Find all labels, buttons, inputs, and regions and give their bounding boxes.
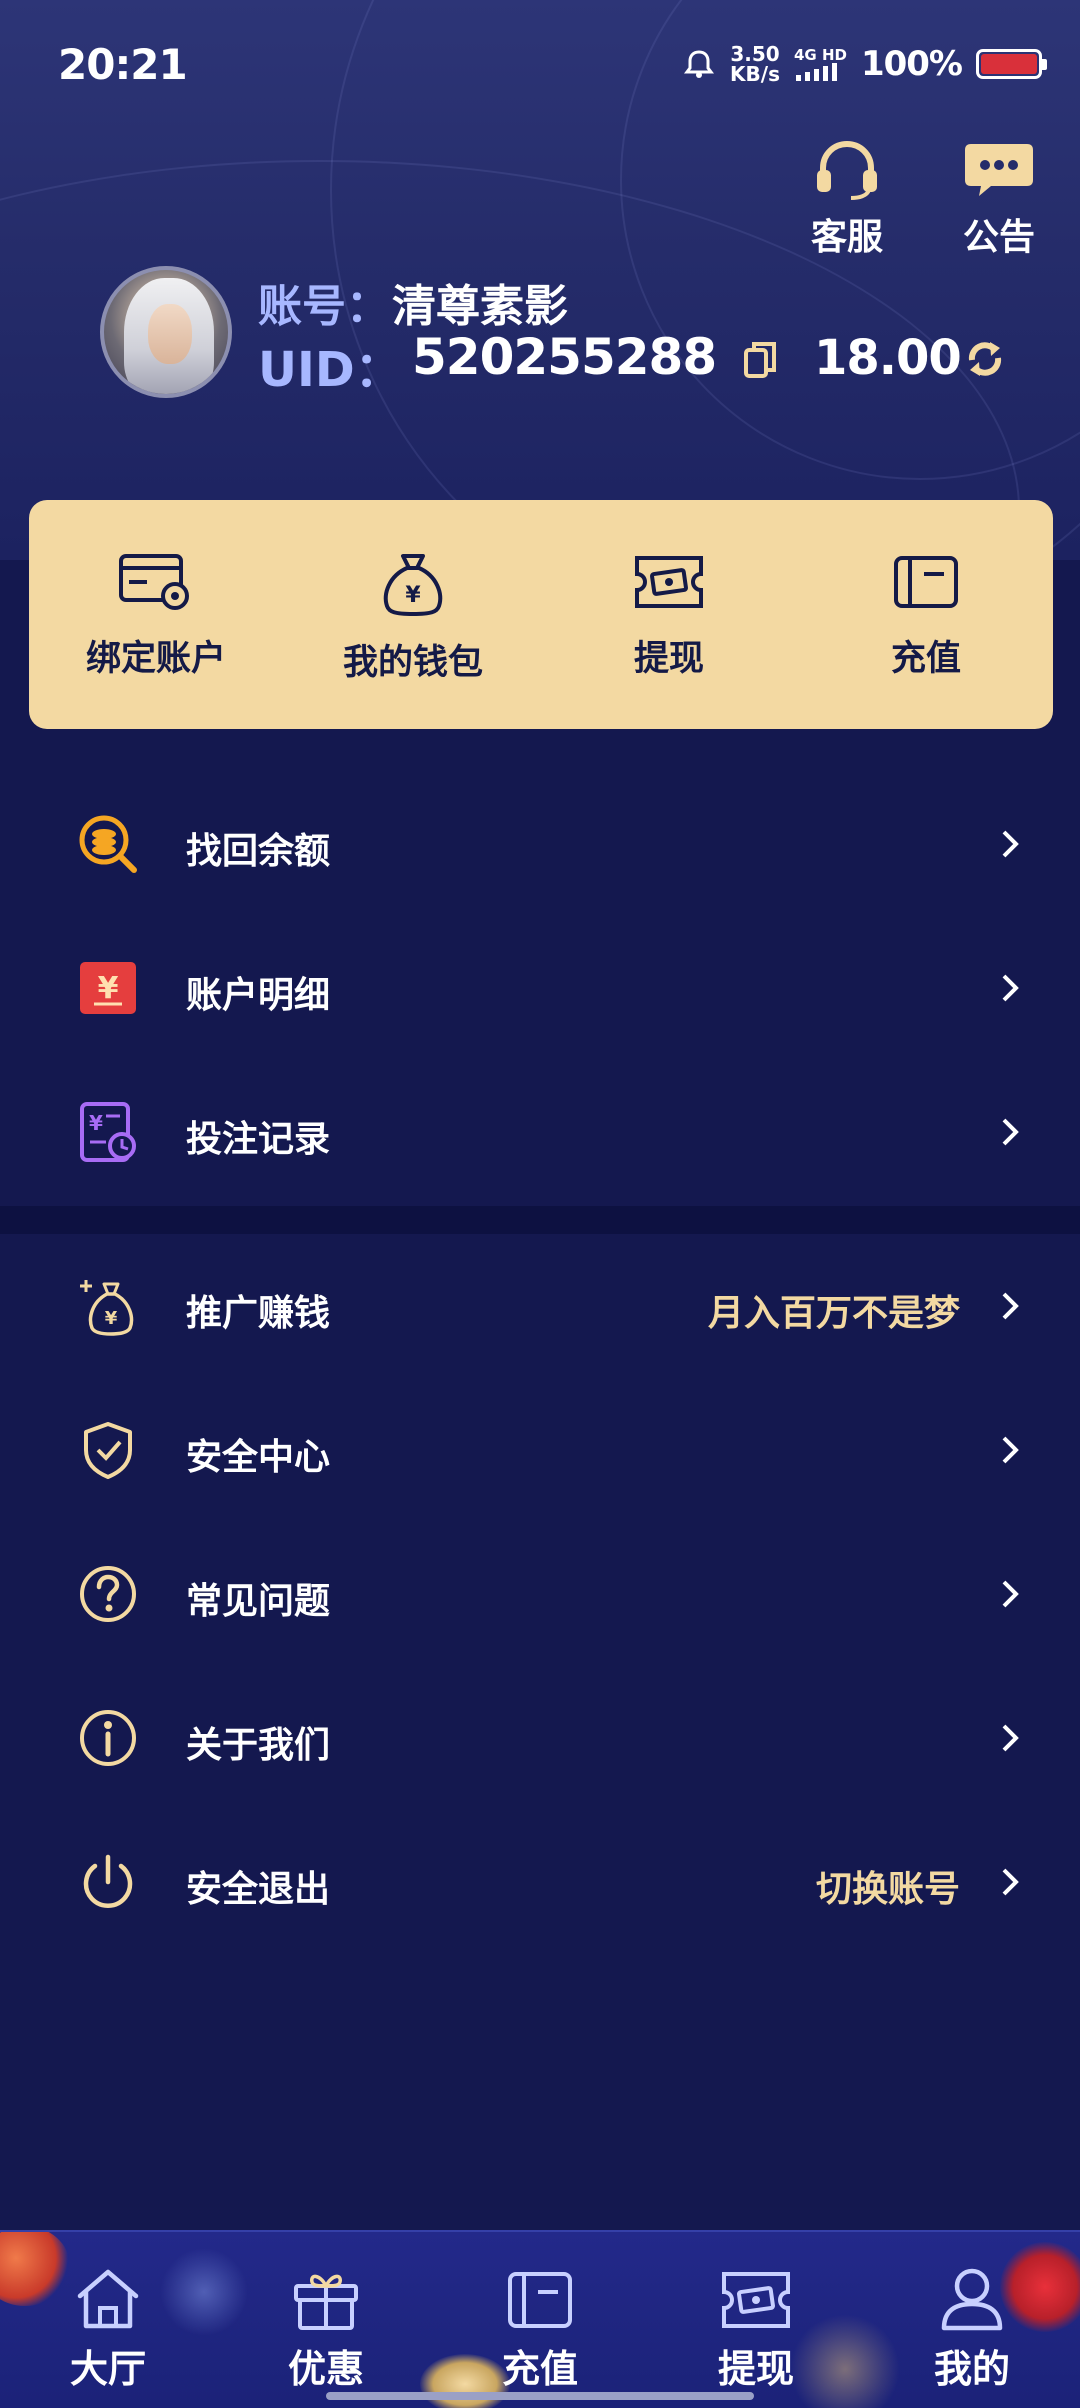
menu-label: 账户明细 — [186, 975, 331, 1016]
signal-indicator: 4G HD — [794, 47, 847, 81]
announcement-label: 公告 — [962, 217, 1035, 258]
chat-bubble-icon — [965, 144, 1033, 196]
chevron-right-icon — [1002, 1724, 1019, 1752]
status-indicators: 3.50 KB/s 4G HD 100% — [682, 40, 1047, 88]
menu-label: 找回余额 — [186, 831, 331, 872]
wallet-icon — [508, 2272, 572, 2328]
yuan-note-icon: ¥ — [80, 962, 136, 1014]
bet-record-icon: ¥ — [80, 1102, 136, 1162]
copy-icon[interactable] — [742, 340, 778, 380]
uid-value: 520255288 — [412, 328, 717, 386]
chevron-right-icon — [1002, 1868, 1019, 1896]
menu-item-faq[interactable]: 常见问题 — [0, 1522, 1080, 1666]
wallet-card: 绑定账户 ¥ 我的钱包 提现 充值 — [29, 500, 1053, 729]
ticket-cash-icon — [635, 556, 703, 608]
profile-header: 20:21 3.50 KB/s 4G HD 100% 客服 公告 账号： 清尊素… — [0, 0, 1080, 560]
chevron-right-icon — [1002, 1436, 1019, 1464]
home-indicator[interactable] — [326, 2392, 754, 2400]
battery-percent: 100% — [860, 44, 963, 84]
nav-label: 提现 — [717, 2347, 794, 2391]
menu-item-about-us[interactable]: 关于我们 — [0, 1666, 1080, 1810]
nav-label: 充值 — [501, 2347, 578, 2391]
menu-label: 关于我们 — [186, 1725, 331, 1766]
bind-account-button[interactable]: 绑定账户 — [56, 550, 256, 681]
gift-icon — [294, 2274, 358, 2330]
coin-search-icon — [79, 815, 137, 873]
nav-mine[interactable]: 我的 — [897, 2266, 1047, 2393]
svg-text:¥: ¥ — [405, 583, 421, 608]
chevron-right-icon — [1002, 1580, 1019, 1608]
menu-label: 安全退出 — [186, 1869, 331, 1910]
bottom-nav: 大厅 优惠 充值 提现 我的 — [0, 2230, 1080, 2408]
avatar[interactable] — [100, 266, 232, 398]
account-name: 清尊素影 — [392, 281, 568, 332]
power-icon — [83, 1854, 133, 1908]
menu-label: 投注记录 — [186, 1119, 331, 1160]
svg-text:¥: ¥ — [89, 1111, 103, 1135]
shield-check-icon — [84, 1422, 132, 1479]
recharge-label: 充值 — [890, 639, 961, 679]
home-icon — [77, 2269, 139, 2329]
status-time: 20:21 — [58, 40, 188, 89]
withdraw-button[interactable]: 提现 — [569, 550, 769, 681]
menu-item-logout[interactable]: 安全退出 切换账号 — [0, 1810, 1080, 1954]
net-speed-value: 3.50 — [730, 42, 780, 66]
wallet-icon — [894, 556, 958, 608]
card-settings-icon — [119, 554, 189, 610]
menu-item-promote-earn[interactable]: ¥ 推广赚钱 月入百万不是梦 — [0, 1234, 1080, 1378]
menu-hint: 月入百万不是梦 — [707, 1293, 960, 1334]
chevron-right-icon — [1002, 974, 1019, 1002]
nav-label: 优惠 — [287, 2347, 364, 2391]
nav-label: 大厅 — [69, 2347, 146, 2391]
svg-text:¥: ¥ — [105, 1308, 118, 1329]
switch-account-link[interactable]: 切换账号 — [816, 1860, 960, 1912]
menu-item-recover-balance[interactable]: 找回余额 — [0, 772, 1080, 916]
menu-label: 安全中心 — [186, 1437, 331, 1478]
customer-service-label: 客服 — [810, 217, 883, 258]
menu-label: 常见问题 — [186, 1581, 331, 1622]
account-label: 账号： — [258, 281, 390, 332]
refresh-icon[interactable] — [964, 338, 1006, 380]
svg-text:¥: ¥ — [98, 971, 119, 1006]
my-wallet-button[interactable]: ¥ 我的钱包 — [313, 550, 513, 685]
net-speed: 3.50 KB/s — [730, 44, 780, 84]
nav-recharge[interactable]: 充值 — [465, 2266, 615, 2393]
announcement-button[interactable]: 公告 — [944, 140, 1054, 260]
nav-lobby[interactable]: 大厅 — [33, 2266, 183, 2393]
ticket-cash-icon — [722, 2272, 790, 2328]
profile-page: 20:21 3.50 KB/s 4G HD 100% 客服 公告 账号： 清尊素… — [0, 0, 1080, 2408]
user-icon — [941, 2268, 1003, 2331]
bind-account-label: 绑定账户 — [85, 639, 226, 679]
money-bag-icon: ¥ — [383, 554, 443, 616]
chevron-right-icon — [1002, 1292, 1019, 1320]
menu-item-security-center[interactable]: 安全中心 — [0, 1378, 1080, 1522]
question-icon — [80, 1566, 136, 1622]
recharge-button[interactable]: 充值 — [826, 550, 1026, 681]
uid-label: UID： — [258, 342, 403, 398]
nav-label: 我的 — [933, 2347, 1010, 2391]
chevron-right-icon — [1002, 830, 1019, 858]
status-bar: 20:21 3.50 KB/s 4G HD 100% — [0, 0, 1080, 130]
signal-label: 4G HD — [793, 46, 847, 64]
menu-label: 推广赚钱 — [186, 1293, 331, 1334]
nav-withdraw[interactable]: 提现 — [681, 2266, 831, 2393]
menu-item-account-details[interactable]: ¥ 账户明细 — [0, 916, 1080, 1060]
net-speed-unit: KB/s — [730, 62, 780, 86]
battery-icon — [976, 49, 1047, 79]
customer-service-button[interactable]: 客服 — [792, 140, 902, 260]
menu-item-bet-records[interactable]: ¥ 投注记录 — [0, 1060, 1080, 1204]
alarm-icon — [684, 50, 715, 78]
chevron-right-icon — [1002, 1118, 1019, 1146]
section-divider — [0, 1206, 1080, 1234]
withdraw-label: 提现 — [633, 639, 704, 679]
nav-promotions[interactable]: 优惠 — [251, 2266, 401, 2393]
my-wallet-label: 我的钱包 — [342, 643, 483, 683]
info-icon — [80, 1710, 136, 1766]
signal-bars-icon — [795, 63, 837, 81]
balance-value: 18.00 — [814, 330, 962, 386]
headset-icon — [817, 140, 877, 200]
money-bag-plus-icon: ¥ — [80, 1280, 134, 1336]
